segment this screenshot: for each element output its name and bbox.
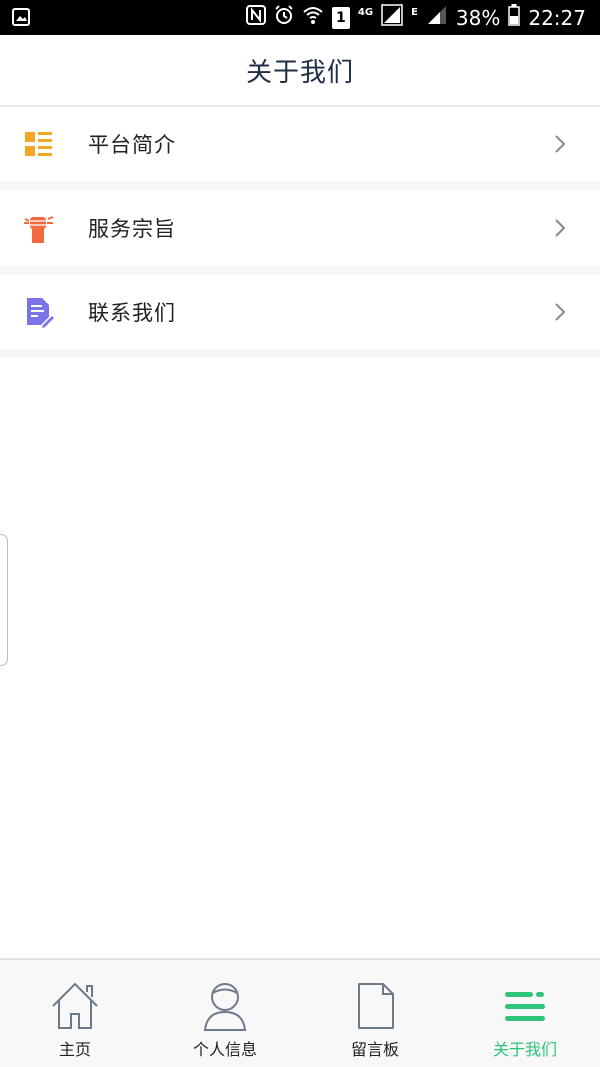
about-menu: 平台简介 服务宗旨 联系我们	[0, 107, 600, 359]
network-type-label: 4G	[357, 7, 374, 18]
chevron-right-icon	[552, 301, 568, 323]
bottom-tab-bar: 主页 个人信息 留言板 关于我们	[0, 958, 600, 1067]
tab-profile[interactable]: 个人信息	[150, 960, 300, 1067]
signal-strength-icon	[426, 4, 448, 31]
clock: 22:27	[528, 5, 586, 30]
menu-item-contact-us[interactable]: 联系我们	[0, 275, 600, 349]
grid-list-icon	[22, 127, 56, 161]
menu-lines-icon	[499, 980, 551, 1032]
home-icon	[49, 980, 101, 1032]
tab-home[interactable]: 主页	[0, 960, 150, 1067]
tab-label: 主页	[58, 1040, 91, 1059]
alarm-icon	[274, 5, 294, 30]
tab-label: 关于我们	[492, 1040, 557, 1059]
tab-about-us[interactable]: 关于我们	[450, 960, 600, 1067]
document-edit-icon	[22, 295, 57, 331]
tab-message-board[interactable]: 留言板	[300, 960, 450, 1067]
chevron-right-icon	[552, 133, 568, 155]
nfc-icon	[245, 5, 266, 30]
status-bar: 1 4G E 38% 22:27	[0, 0, 600, 35]
menu-item-label: 服务宗旨	[88, 217, 176, 241]
wifi-icon	[302, 5, 324, 30]
document-icon	[349, 980, 401, 1032]
content-area	[0, 357, 600, 960]
person-icon	[199, 980, 251, 1032]
gallery-notification-icon	[12, 8, 30, 30]
menu-item-service-purpose[interactable]: 服务宗旨	[0, 191, 600, 265]
page-title: 关于我们	[245, 57, 354, 88]
edge-panel-handle[interactable]	[0, 534, 8, 666]
battery-percent: 38%	[455, 5, 501, 30]
tab-label: 留言板	[350, 1040, 399, 1059]
battery-icon	[508, 4, 521, 31]
page-header: 关于我们	[0, 35, 600, 107]
network-e-label: E	[411, 7, 418, 18]
menu-item-label: 平台简介	[88, 133, 176, 157]
signal-icon	[381, 4, 403, 31]
menu-item-platform-intro[interactable]: 平台简介	[0, 107, 600, 181]
chevron-right-icon	[552, 217, 568, 239]
menu-item-label: 联系我们	[88, 301, 176, 325]
tab-label: 个人信息	[192, 1040, 257, 1059]
sim-icon: 1	[331, 6, 350, 29]
raised-fist-icon	[22, 211, 56, 245]
